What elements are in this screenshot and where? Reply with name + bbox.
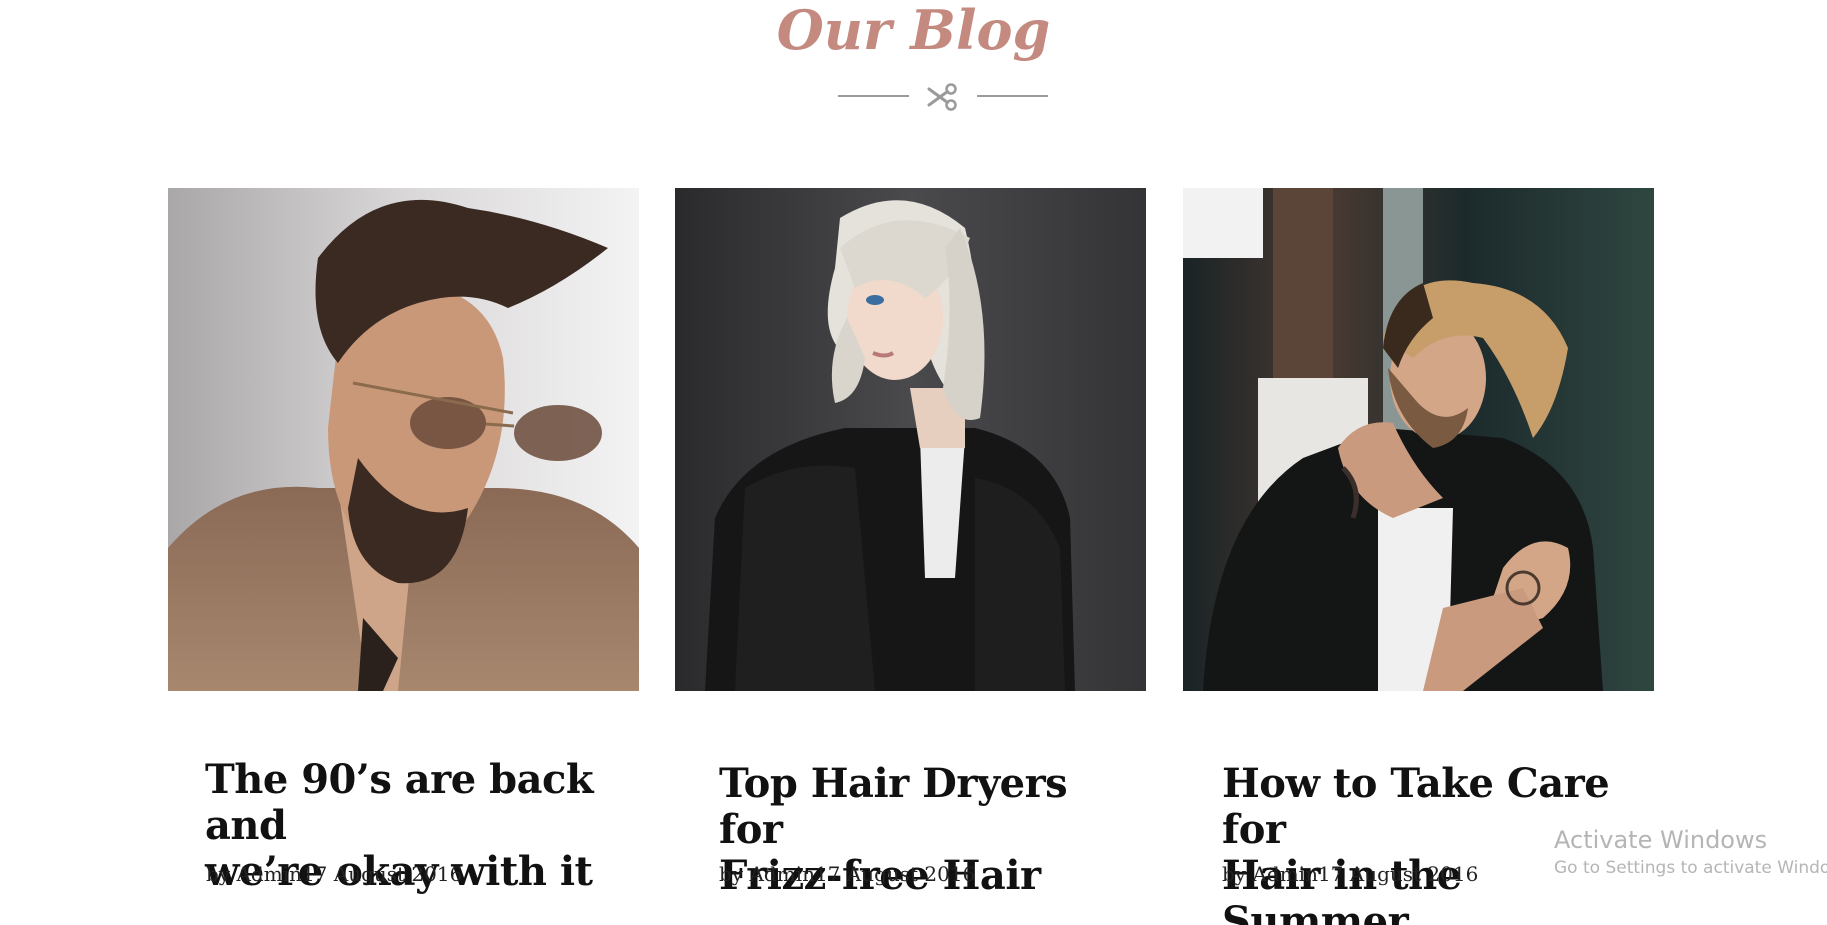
section-divider (838, 80, 1048, 114)
post-image-woman-platinum[interactable] (675, 188, 1146, 691)
watermark-title: Activate Windows (1554, 826, 1768, 854)
section-title: Our Blog (776, 0, 1051, 62)
post-date: 17 August 2016 (1317, 862, 1479, 886)
post-date: 17 August 2016 (301, 862, 463, 886)
post-title-line-1: The 90’s are back and (205, 756, 594, 849)
post-title-line-1: Top Hair Dryers for (719, 760, 1068, 853)
scissors-icon (927, 83, 957, 111)
post-author[interactable]: by Admin (206, 862, 302, 886)
post-image-man-sunglasses[interactable] (168, 188, 639, 691)
post-meta: by Admin17 August 2016 (206, 862, 462, 886)
post-author[interactable]: by Admin (1222, 862, 1318, 886)
post-meta: by Admin17 August 2016 (719, 862, 975, 886)
post-meta: by Admin17 August 2016 (1222, 862, 1478, 886)
activate-windows-watermark: Activate Windows Go to Settings to activ… (1554, 824, 1827, 880)
post-image-man-tattoos[interactable] (1183, 188, 1654, 691)
post-title-line-1: How to Take Care for (1222, 760, 1610, 853)
post-author[interactable]: by Admin (719, 862, 815, 886)
watermark-subtitle: Go to Settings to activate Windows. (1554, 858, 1827, 878)
post-date: 17 August 2016 (814, 862, 976, 886)
divider-line-right (977, 95, 1048, 97)
divider-line-left (838, 95, 909, 97)
